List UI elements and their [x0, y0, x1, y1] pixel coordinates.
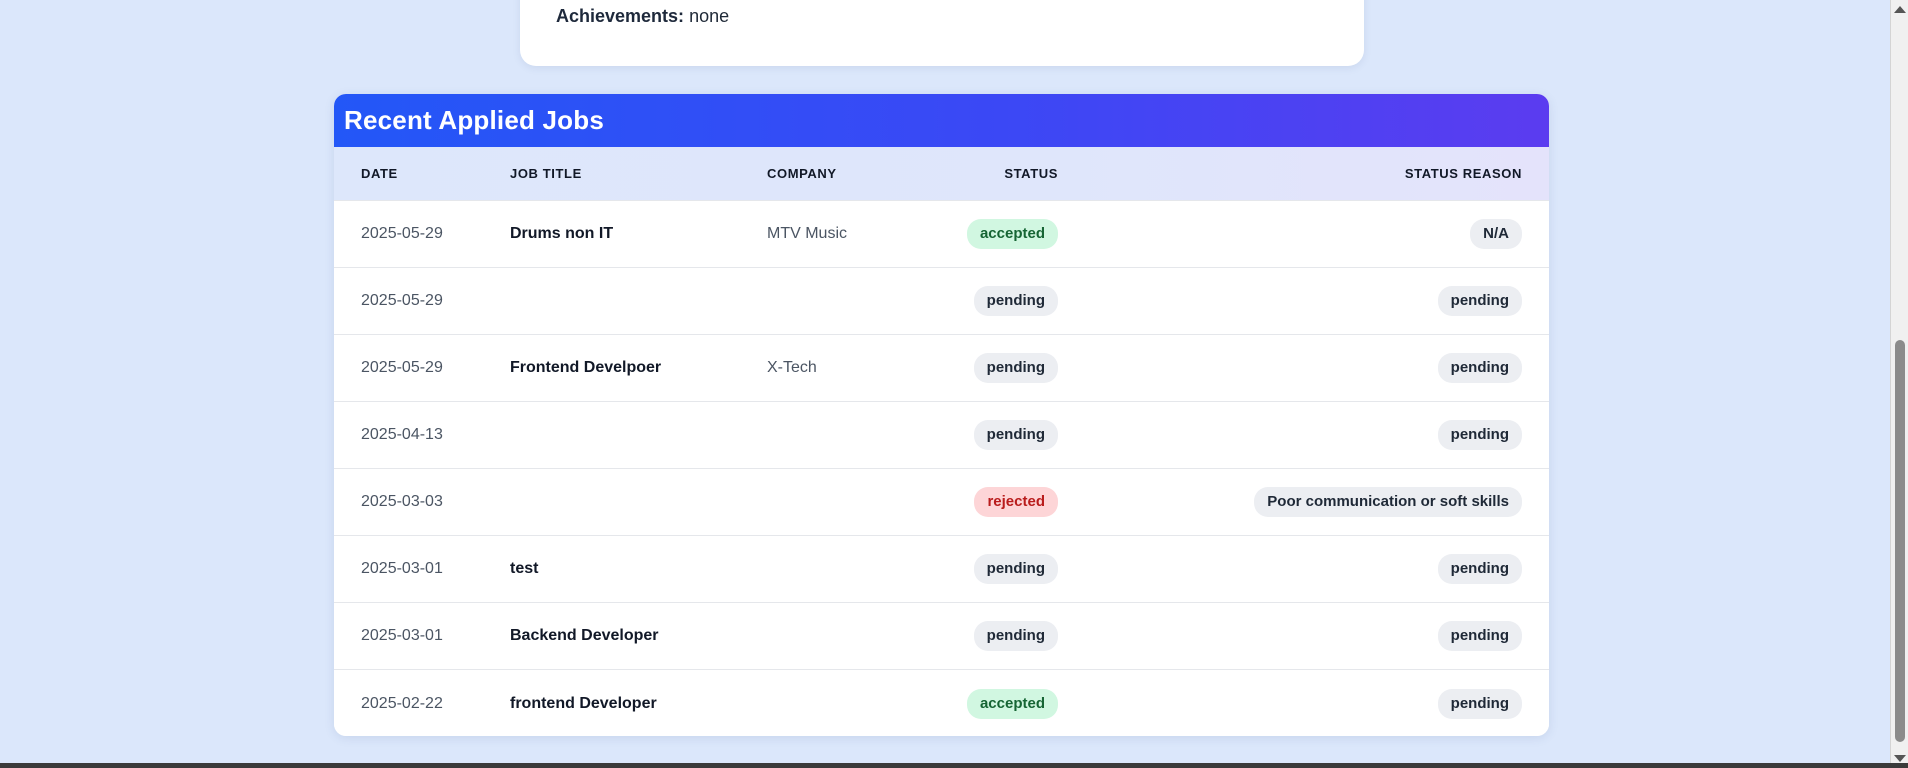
cell-job-title: test	[510, 560, 767, 578]
cell-status: accepted	[957, 688, 1058, 719]
cell-status: pending	[957, 554, 1058, 584]
cell-status-reason: pending	[1058, 286, 1549, 316]
column-header-job-title: Job Title	[510, 166, 582, 181]
cell-date-text: 2025-05-29	[361, 359, 443, 376]
status-badge: accepted	[966, 219, 1058, 249]
cell-status: pending	[957, 286, 1058, 316]
cell-date: 2025-05-29	[334, 359, 510, 377]
cell-job-title: frontend Developer	[510, 695, 767, 713]
cell-job-title-text: frontend Developer	[510, 694, 657, 712]
profile-card: Achievements: none	[520, 0, 1364, 66]
cell-company-text: X-Tech	[767, 359, 817, 376]
table-row: 2025-02-22 frontend Developer accepted pend…	[334, 670, 1549, 736]
cell-date: 2025-03-03	[334, 493, 510, 511]
table-row: 2025-05-29 Frontend Develpoer X-Tech pendin…	[334, 335, 1549, 402]
cell-job-title: Backend Developer	[510, 627, 767, 645]
achievements-label: Achievements:	[556, 6, 685, 26]
cell-status-reason: pending	[1058, 688, 1549, 719]
cell-job-title: Frontend Develpoer	[510, 359, 767, 377]
cell-date-text: 2025-03-03	[361, 493, 443, 510]
cell-status-reason: pending	[1058, 353, 1549, 383]
column-header-date: Date	[361, 166, 398, 181]
scroll-thumb[interactable]	[1895, 340, 1905, 742]
column-header-status-reason: Status Reason	[1404, 166, 1522, 181]
status-reason-badge: N/A	[1470, 219, 1522, 249]
cell-job-title: Drums non IT	[510, 225, 767, 243]
cell-date-text: 2025-03-01	[361, 627, 443, 644]
cell-job-title-text: Drums non IT	[510, 225, 614, 242]
window-bottom-edge	[0, 763, 1908, 768]
column-header-status: Status	[1004, 166, 1058, 181]
recent-jobs-title: Recent Applied Jobs	[344, 105, 604, 135]
cell-status-reason: pending	[1058, 554, 1549, 584]
cell-date: 2025-02-22	[334, 695, 510, 713]
cell-job-title-text: Frontend Develpoer	[510, 359, 662, 376]
cell-date: 2025-05-29	[334, 292, 510, 310]
cell-status: rejected	[957, 487, 1058, 517]
table-body: 2025-05-29 Drums non IT MTV Music accepted N…	[334, 201, 1549, 736]
cell-status: pending	[957, 621, 1058, 651]
scroll-up-arrow-icon[interactable]	[1894, 6, 1906, 13]
table-row: 2025-05-29 Drums non IT MTV Music accepted N…	[334, 201, 1549, 268]
status-reason-badge: Poor communication or soft skills	[1254, 487, 1522, 517]
cell-status: pending	[957, 420, 1058, 450]
scroll-down-arrow-icon[interactable]	[1894, 755, 1906, 762]
cell-date-text: 2025-02-22	[361, 694, 443, 712]
status-badge: pending	[973, 554, 1058, 584]
cell-status-reason: pending	[1058, 621, 1549, 651]
table-row: 2025-03-03 rejected Poor communication or …	[334, 469, 1549, 536]
cell-company: MTV Music	[767, 225, 957, 243]
cell-date-text: 2025-05-29	[361, 225, 443, 242]
cell-date: 2025-03-01	[334, 560, 510, 578]
column-header-company: Company	[767, 166, 837, 181]
cell-status-reason: Poor communication or soft skills	[1058, 487, 1549, 517]
status-badge: pending	[973, 353, 1058, 383]
status-badge: accepted	[966, 688, 1058, 719]
cell-company-text: MTV Music	[767, 225, 847, 242]
cell-status: accepted	[957, 219, 1058, 249]
cell-job-title-text: test	[510, 560, 539, 577]
cell-company: X-Tech	[767, 359, 957, 377]
achievements-line: Achievements: none	[556, 6, 729, 27]
status-reason-badge: pending	[1437, 688, 1522, 719]
table-row: 2025-03-01 Backend Developer pending pendin…	[334, 603, 1549, 670]
table-row: 2025-05-29 pending pending	[334, 268, 1549, 335]
achievements-value: none	[689, 6, 730, 26]
status-badge: pending	[973, 621, 1058, 651]
table-row: 2025-04-13 pending pending	[334, 402, 1549, 469]
cell-status-reason: pending	[1058, 420, 1549, 450]
cell-date-text: 2025-04-13	[361, 426, 443, 443]
table-header: Date Job Title Company Status Status Rea…	[334, 147, 1549, 201]
cell-date-text: 2025-05-29	[361, 292, 443, 309]
status-reason-badge: pending	[1437, 353, 1522, 383]
cell-date: 2025-04-13	[334, 426, 510, 444]
status-badge: rejected	[974, 487, 1058, 517]
cell-status: pending	[957, 353, 1058, 383]
status-reason-badge: pending	[1437, 621, 1522, 651]
cell-date: 2025-03-01	[334, 627, 510, 645]
vertical-scrollbar[interactable]	[1890, 0, 1908, 768]
status-reason-badge: pending	[1437, 554, 1522, 584]
cell-status-reason: N/A	[1058, 219, 1549, 249]
status-reason-badge: pending	[1437, 286, 1522, 316]
table-row: 2025-03-01 test pending pending	[334, 536, 1549, 603]
cell-date: 2025-05-29	[334, 225, 510, 243]
recent-jobs-header: Recent Applied Jobs	[334, 94, 1549, 147]
cell-date-text: 2025-03-01	[361, 560, 443, 577]
cell-job-title-text: Backend Developer	[510, 627, 659, 644]
status-badge: pending	[973, 286, 1058, 316]
page: Achievements: none Recent Applied Jobs D…	[0, 0, 1908, 768]
status-badge: pending	[973, 420, 1058, 450]
recent-jobs-card: Recent Applied Jobs Date Job Title Compa…	[334, 94, 1549, 736]
status-reason-badge: pending	[1437, 420, 1522, 450]
